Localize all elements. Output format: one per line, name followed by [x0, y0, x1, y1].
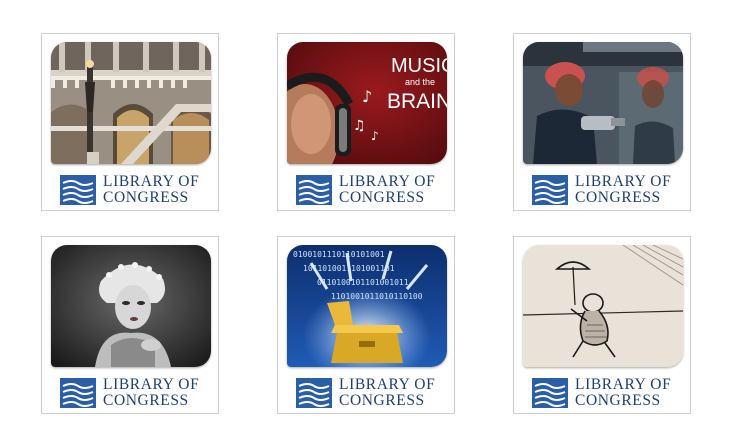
binary-text-3: 0110100101101001011 [317, 278, 409, 287]
svg-text:♪: ♪ [362, 87, 372, 106]
library-of-congress-logo: LIBRARY OF CONGRESS [60, 173, 210, 206]
tile-digital-box[interactable]: 0100101110110101001 1011010011101001101 … [277, 236, 455, 414]
women-factory-workers-photo [523, 42, 683, 164]
flag-icon [60, 378, 96, 408]
logo-line-2: CONGRESS [103, 392, 189, 409]
tile-1920s-portrait[interactable]: LIBRARY OF CONGRESS [41, 236, 219, 414]
library-of-congress-logo: LIBRARY OF CONGRESS [296, 376, 446, 409]
art-title-line-3: BRAIN [387, 90, 447, 113]
logo-line-2: CONGRESS [575, 189, 661, 206]
flag-icon [532, 378, 568, 408]
logo-line-1: LIBRARY OF [339, 173, 436, 190]
library-of-congress-logo: LIBRARY OF CONGRESS [532, 173, 682, 206]
logo-line-1: LIBRARY OF [575, 376, 672, 393]
art-title-line-1: MUSIC [391, 55, 447, 77]
svg-text:♪: ♪ [371, 129, 379, 143]
svg-text:♫: ♫ [353, 118, 366, 134]
tile-music-and-the-brain[interactable]: ♪ ♫ ♪ MUSIC and the BRAIN LIBRARY OF CON… [277, 33, 455, 211]
flag-icon [532, 175, 568, 205]
logo-line-2: CONGRESS [575, 392, 661, 409]
logo-line-1: LIBRARY OF [339, 376, 436, 393]
binary-stream-box-artwork: 0100101110110101001 1011010011101001101 … [287, 245, 447, 367]
vintage-woman-portrait-photo [51, 245, 211, 367]
logo-line-1: LIBRARY OF [103, 376, 200, 393]
flag-icon [296, 175, 332, 205]
tile-library-interior[interactable]: LIBRARY OF CONGRESS [41, 33, 219, 211]
art-title-line-2: and the [405, 77, 435, 87]
logo-line-2: CONGRESS [103, 189, 189, 206]
headphones-podcast-artwork: ♪ ♫ ♪ MUSIC and the BRAIN [287, 42, 447, 164]
logo-line-2: CONGRESS [339, 189, 425, 206]
binary-text-4: 1101001011010110100 [331, 292, 423, 301]
flag-icon [296, 378, 332, 408]
library-great-hall-photo [51, 42, 211, 164]
tile-comic-sketch[interactable]: LIBRARY OF CONGRESS [513, 236, 691, 414]
binary-text-1: 0100101110110101001 [293, 250, 385, 259]
library-of-congress-logo: LIBRARY OF CONGRESS [532, 376, 682, 409]
cartoon-umbrella-figure-drawing [523, 245, 683, 367]
library-of-congress-logo: LIBRARY OF CONGRESS [60, 376, 210, 409]
tile-wartime-workers[interactable]: LIBRARY OF CONGRESS [513, 33, 691, 211]
logo-line-1: LIBRARY OF [103, 173, 200, 190]
logo-line-2: CONGRESS [339, 392, 425, 409]
logo-line-1: LIBRARY OF [575, 173, 672, 190]
library-of-congress-logo: LIBRARY OF CONGRESS [296, 173, 446, 206]
flag-icon [60, 175, 96, 205]
